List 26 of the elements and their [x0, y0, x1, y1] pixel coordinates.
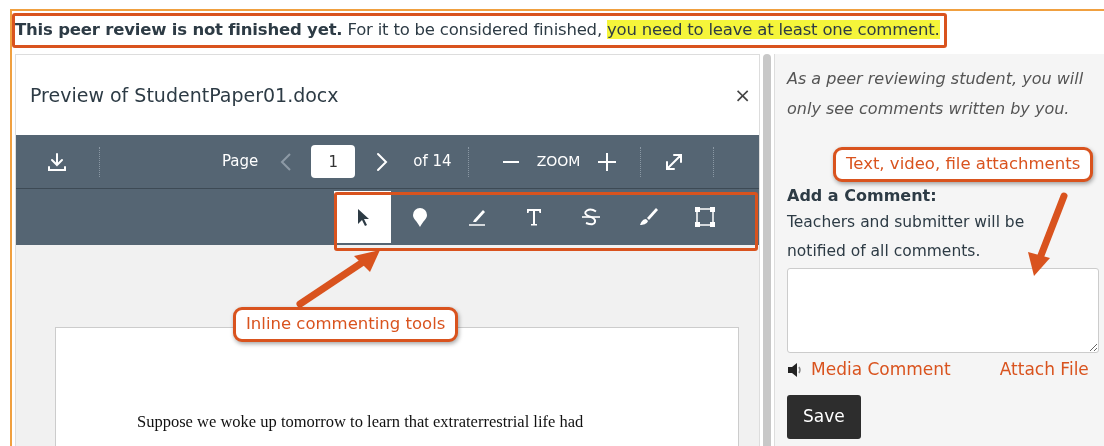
tool-button[interactable] [334, 191, 391, 243]
zoom-out-icon[interactable] [502, 159, 519, 164]
attach-file-link[interactable]: Attach File [999, 357, 1089, 383]
page-label: Page [222, 151, 259, 173]
zoom-in-icon[interactable] [598, 152, 617, 171]
download-icon[interactable] [47, 151, 67, 172]
notice-text: This peer review is not finished yet. For it to be considered finished, you need to leave at least one comment. [15, 19, 941, 41]
callout-label: Text, video, file attachments [833, 147, 1094, 182]
help-text: Teachers and submitter will be notified of all comments. [787, 212, 1026, 262]
callout-label: Inline commenting tools [233, 307, 459, 342]
preview-title: Preview of StudentPaper01.docx [30, 82, 339, 108]
rectangle-icon [692, 205, 717, 229]
scrollbar[interactable] [763, 54, 771, 446]
next-page-icon[interactable] [376, 151, 389, 172]
save-button[interactable]: Save [787, 395, 861, 439]
speaker-icon [787, 363, 803, 377]
expand-icon[interactable] [664, 151, 685, 172]
media-comment-link[interactable]: Media Comment [811, 357, 951, 383]
document-text: Suppose we woke up tomorrow to learn that extraterrestrial life had [137, 411, 585, 433]
close-button[interactable]: × [730, 80, 755, 110]
zoom-label: ZOOM [536, 152, 581, 171]
page-count: of 14 [413, 151, 452, 173]
page-field[interactable]: 1 [311, 145, 356, 178]
comment-label: Add a Comment: [787, 185, 938, 207]
comment-field[interactable] [787, 268, 1099, 353]
intro-text: As a peer reviewing student, you will only see comments written by you. [787, 68, 1085, 120]
